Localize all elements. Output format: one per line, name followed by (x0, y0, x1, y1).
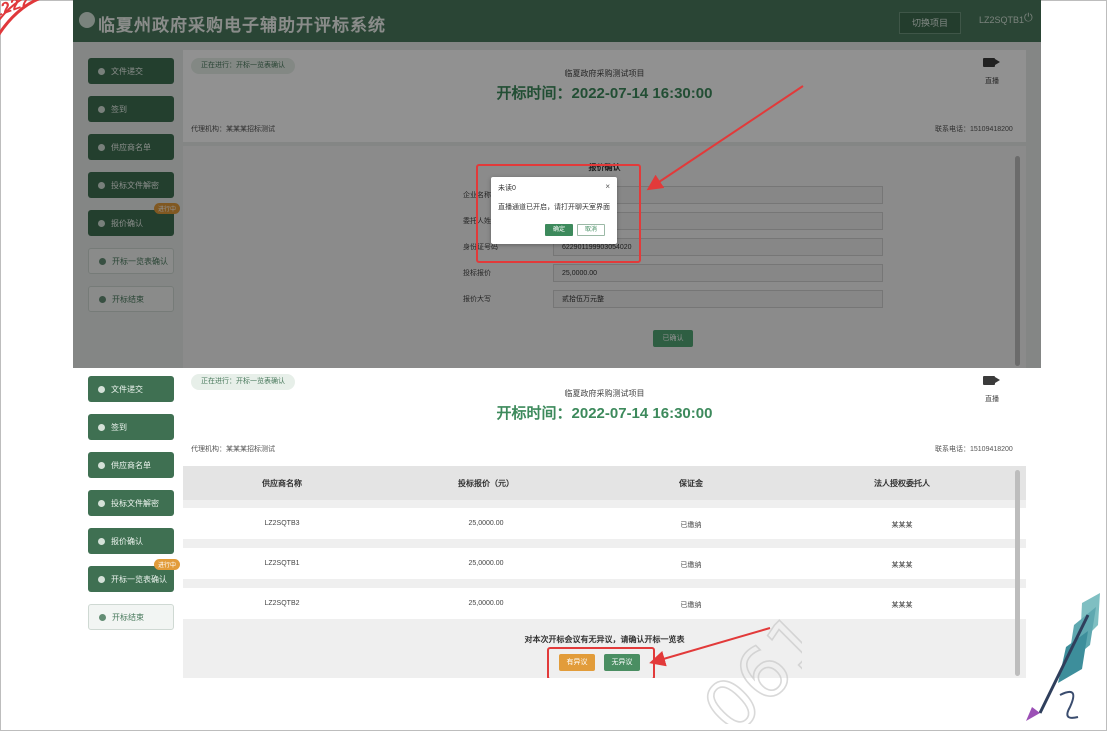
bid-price: 25,0000.00 (468, 560, 504, 567)
highlight-box-buttons (547, 647, 655, 678)
supplier-name: LZ2SQTB3 (264, 520, 300, 527)
gear-icon (98, 385, 105, 393)
authorized-agent: 某某某 (891, 522, 913, 529)
objection-notice: 对本次开标会议有无异议，请确认开标一览表 (524, 635, 685, 644)
feather-pen-icon (1026, 593, 1100, 721)
red-seal-stamp: 1222 (0, 0, 92, 44)
screenshot-summary-confirm: 文件递交 签到 供应商名单 投标文件解密 报价确认 开标一览表确认 进行中 开标结… (73, 368, 1041, 678)
project-name: 临夏政府采购测试项目 (564, 389, 645, 398)
clock-icon (99, 613, 106, 621)
gear-icon (98, 575, 105, 583)
column-header: 保证金 (679, 479, 703, 488)
table-header: 供应商名称 投标报价（元） 保证金 法人授权委托人 (183, 466, 1026, 500)
sidebar-item-file-submit[interactable]: 文件递交 (88, 376, 174, 402)
supplier-name: LZ2SQTB1 (264, 560, 300, 567)
sidebar-item-opening-end[interactable]: 开标结束 (88, 604, 174, 630)
agency-text: 代理机构：某某某招标测试 (191, 446, 275, 453)
watermark: 0616 (687, 574, 802, 724)
project-header-card: 正在进行：开标一览表确认 临夏政府采购测试项目 开标时间：2022-07-14 … (183, 368, 1026, 462)
table-row: LZ2SQTB3 25,0000.00 已缴纳 某某某 (183, 508, 1026, 539)
video-icon[interactable] (983, 376, 1000, 385)
highlight-box-dialog (476, 164, 641, 263)
column-header: 投标报价（元） (458, 479, 514, 488)
column-header: 供应商名称 (262, 479, 302, 488)
open-time: 开标时间：2022-07-14 16:30:00 (496, 405, 713, 422)
status-badge: 进行中 (153, 559, 180, 570)
table-row: LZ2SQTB2 25,0000.00 已缴纳 某某某 (183, 588, 1026, 619)
bid-price: 25,0000.00 (468, 520, 504, 527)
document-icon (98, 499, 105, 507)
deposit-status: 已缴纳 (680, 562, 702, 569)
live-label[interactable]: 直播 (985, 394, 999, 404)
sidebar-item-supplier-list[interactable]: 供应商名单 (88, 452, 174, 478)
table-row: LZ2SQTB1 25,0000.00 已缴纳 某某某 (183, 548, 1026, 579)
signin-icon (98, 423, 105, 431)
sidebar-item-quote-confirm[interactable]: 报价确认 (88, 528, 174, 554)
list-icon (98, 461, 105, 469)
column-header: 法人授权委托人 (874, 479, 930, 488)
watermark-text: 0616 (688, 574, 802, 724)
bid-price: 25,0000.00 (468, 600, 504, 607)
sidebar-bottom: 文件递交 签到 供应商名单 投标文件解密 报价确认 开标一览表确认 进行中 开标结… (88, 376, 180, 642)
sidebar-item-sign-in[interactable]: 签到 (88, 414, 174, 440)
authorized-agent: 某某某 (891, 602, 913, 609)
supplier-name: LZ2SQTB2 (264, 600, 300, 607)
sidebar-item-summary-confirm[interactable]: 开标一览表确认 进行中 (88, 559, 180, 592)
phone-text: 联系电话：15109418200 (935, 446, 1013, 453)
screenshot-quote-confirm: 临夏州政府采购电子辅助开评标系统 切换项目 LZ2SQTB1 ⏻ 文件递交 签到… (73, 0, 1041, 370)
gear-icon (98, 537, 105, 545)
deposit-status: 已缴纳 (680, 522, 702, 529)
sidebar-item-bid-decrypt[interactable]: 投标文件解密 (88, 490, 174, 516)
authorized-agent: 某某某 (891, 562, 913, 569)
